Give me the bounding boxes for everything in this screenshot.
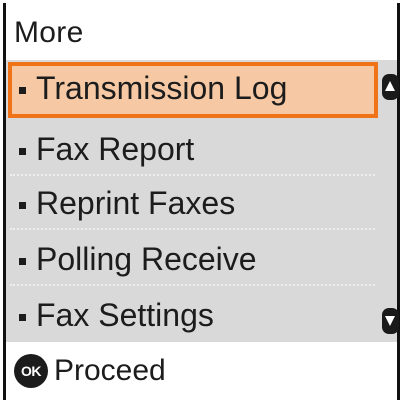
bullet-icon [19, 258, 26, 265]
menu-item-label: Fax Settings [36, 297, 214, 333]
bullet-icon [19, 314, 26, 321]
menu-item-label: Transmission Log [36, 70, 288, 106]
printer-lcd-screen: More Transmission Log Fax Report Reprint… [0, 0, 403, 403]
menu-item-fax-settings[interactable]: Fax Settings [10, 290, 375, 342]
page-title: More [14, 16, 84, 49]
menu-list: Transmission Log Fax Report Reprint Faxe… [6, 60, 399, 342]
up-arrow-icon [385, 81, 395, 91]
proceed-label: Proceed [54, 354, 166, 387]
scroll-up-button[interactable] [382, 74, 399, 100]
bullet-icon [19, 148, 26, 155]
menu-item-fax-report[interactable]: Fax Report [10, 124, 375, 176]
menu-item-polling-receive[interactable]: Polling Receive [10, 234, 375, 286]
header: More [6, 6, 397, 60]
ok-button-icon[interactable]: OK [14, 354, 48, 388]
menu-item-reprint-faxes[interactable]: Reprint Faxes [10, 178, 375, 230]
menu-item-label: Reprint Faxes [36, 185, 236, 221]
footer: OK Proceed [6, 342, 397, 400]
down-arrow-icon [385, 316, 395, 326]
menu-item-label: Polling Receive [36, 241, 257, 277]
bullet-icon [19, 202, 26, 209]
menu-item-transmission-log[interactable]: Transmission Log [8, 62, 378, 118]
bullet-icon [19, 87, 26, 94]
menu-item-label: Fax Report [36, 131, 195, 167]
scroll-down-button[interactable] [382, 308, 399, 334]
